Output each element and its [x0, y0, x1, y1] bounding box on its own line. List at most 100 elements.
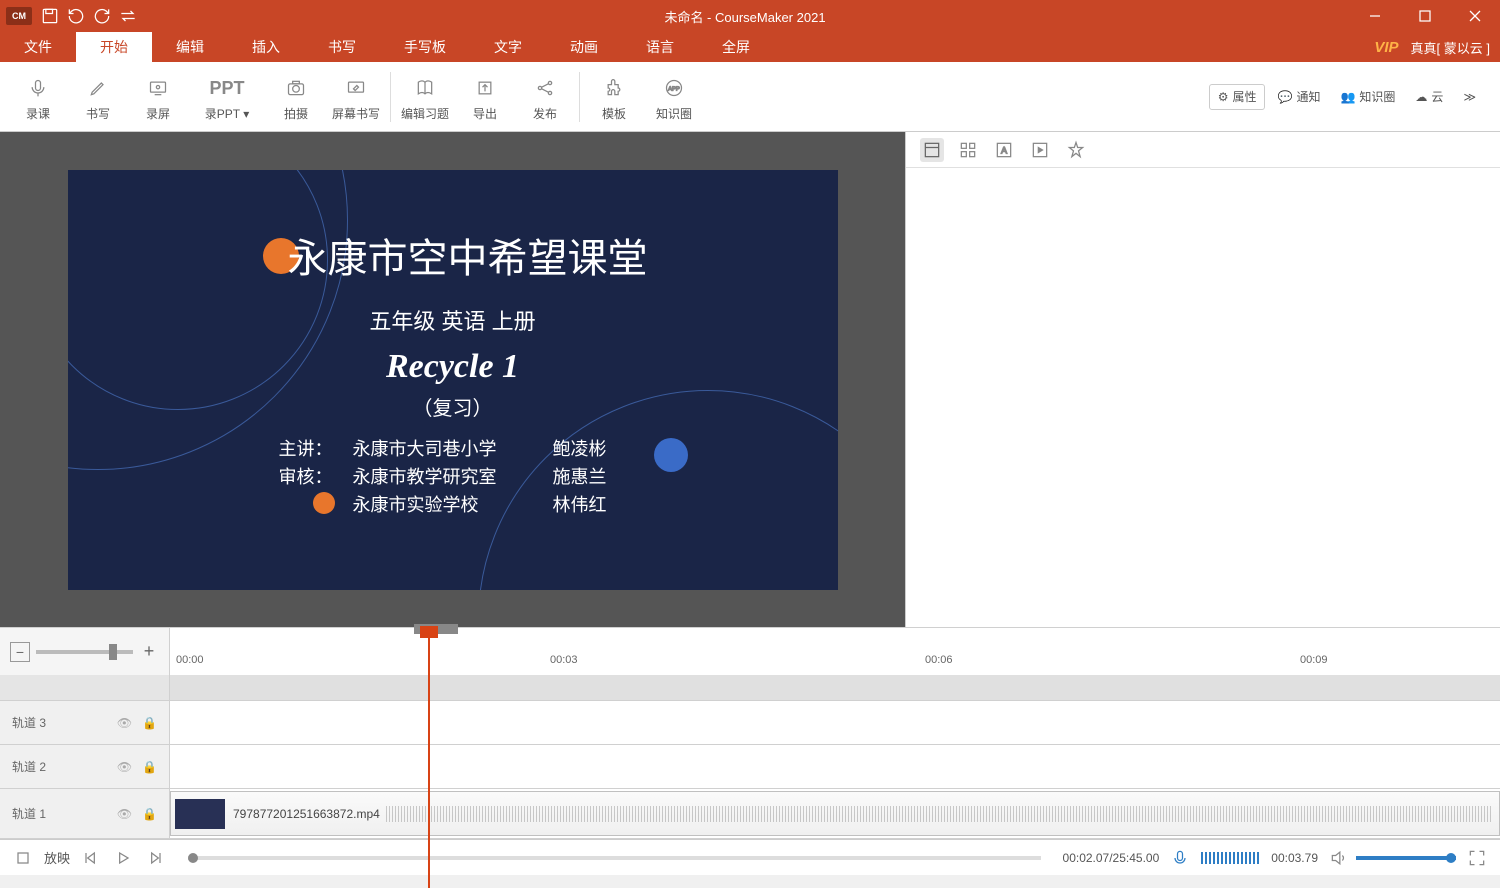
user-label[interactable]: 真真[ 蒙以云 ] [1411, 38, 1490, 57]
users-icon: 👥 [1340, 90, 1355, 104]
edit-exercise-button[interactable]: 编辑习题 [395, 64, 455, 130]
clip-thumbnail [175, 799, 225, 829]
playback-bar: 放映 00:02.07/25:45.00 00:03.79 [0, 839, 1500, 875]
svg-text:A: A [1001, 145, 1008, 155]
panel-tab-star-icon[interactable] [1064, 138, 1088, 162]
progress-slider[interactable] [188, 856, 1041, 860]
prev-button[interactable] [80, 847, 102, 869]
vip-badge[interactable]: VIP [1374, 39, 1398, 56]
eye-icon[interactable]: 👁 [117, 716, 132, 730]
zoom-slider[interactable] [36, 650, 133, 654]
tab-fullscreen[interactable]: 全屏 [698, 32, 774, 62]
puzzle-icon [604, 71, 624, 105]
close-button[interactable] [1450, 0, 1500, 32]
tab-edit[interactable]: 编辑 [152, 32, 228, 62]
tab-start[interactable]: 开始 [76, 32, 152, 62]
tab-animation[interactable]: 动画 [546, 32, 622, 62]
timeline-ruler[interactable]: 00:00 00:03 00:06 00:09 [170, 628, 1500, 675]
zoom-out-button[interactable]: − [10, 642, 30, 662]
minimize-button[interactable] [1350, 0, 1400, 32]
tab-handwrite[interactable]: 手写板 [380, 32, 470, 62]
volume-icon[interactable] [1328, 847, 1350, 869]
track-3[interactable]: 轨道 3👁🔒 [0, 701, 1500, 745]
export-button[interactable]: 导出 [455, 64, 515, 130]
redo-icon[interactable] [90, 4, 114, 28]
slide-review: （复习） [68, 392, 838, 421]
play-button[interactable] [112, 847, 134, 869]
more-button[interactable]: ≫ [1455, 90, 1484, 104]
panel-tab-text-icon[interactable]: A [992, 138, 1016, 162]
waveform [386, 806, 1493, 822]
knowledge-button[interactable]: APP知识圈 [644, 64, 704, 130]
tab-write[interactable]: 书写 [304, 32, 380, 62]
maximize-button[interactable] [1400, 0, 1450, 32]
panel-tab-play-icon[interactable] [1028, 138, 1052, 162]
ppt-icon: PPT [209, 71, 244, 105]
mic-level [1201, 852, 1261, 864]
slide-canvas[interactable]: 永康市空中希望课堂 五年级 英语 上册 Recycle 1 （复习） 主讲：永康… [68, 170, 838, 590]
tab-text[interactable]: 文字 [470, 32, 546, 62]
cloud-icon: ☁ [1415, 90, 1427, 104]
screen-record-button[interactable]: 录屏 [128, 64, 188, 130]
write-button[interactable]: 书写 [68, 64, 128, 130]
template-button[interactable]: 模板 [584, 64, 644, 130]
eye-icon[interactable]: 👁 [117, 760, 132, 774]
save-icon[interactable] [38, 4, 62, 28]
screen-pen-icon [346, 71, 366, 105]
notify-button[interactable]: 💬通知 [1269, 88, 1328, 105]
window-title: 未命名 - CourseMaker 2021 [140, 7, 1350, 26]
titlebar: CM 未命名 - CourseMaker 2021 [0, 0, 1500, 32]
slide-recycle: Recycle 1 [68, 348, 838, 386]
track-1[interactable]: 轨道 1👁🔒 797877201251663872.mp4 [0, 789, 1500, 839]
app-icon: APP [664, 71, 684, 105]
pencil-icon [88, 71, 108, 105]
share-icon [535, 71, 555, 105]
tracks: 轨道 3👁🔒 轨道 2👁🔒 轨道 1👁🔒 797877201251663872.… [0, 675, 1500, 839]
cloud-button[interactable]: ☁云 [1407, 88, 1451, 105]
tab-language[interactable]: 语言 [622, 32, 698, 62]
monitor-icon [148, 71, 168, 105]
export-icon [475, 71, 495, 105]
eye-icon[interactable]: 👁 [117, 807, 132, 821]
lock-icon[interactable]: 🔒 [142, 760, 157, 774]
camera-icon [286, 71, 306, 105]
fullscreen-button[interactable] [1466, 847, 1488, 869]
slide-grade: 五年级 英语 上册 [68, 304, 838, 336]
side-panel: A [905, 132, 1500, 627]
lock-icon[interactable]: 🔒 [142, 716, 157, 730]
mic-icon[interactable] [1169, 847, 1191, 869]
tab-insert[interactable]: 插入 [228, 32, 304, 62]
preview-panel: 永康市空中希望课堂 五年级 英语 上册 Recycle 1 （复习） 主讲：永康… [0, 132, 905, 627]
lock-icon[interactable]: 🔒 [142, 807, 157, 821]
ribbon: 录课 书写 录屏 PPT录PPT ▾ 拍摄 屏幕书写 编辑习题 导出 发布 模板… [0, 62, 1500, 132]
app-logo: CM [6, 7, 32, 25]
chat-icon: 💬 [1277, 90, 1292, 104]
play-label: 放映 [44, 848, 70, 867]
panel-tab-grid-icon[interactable] [956, 138, 980, 162]
gear-icon: ⚙ [1218, 90, 1229, 104]
zoom-in-button[interactable]: + [139, 642, 159, 662]
svg-text:APP: APP [668, 87, 680, 93]
volume-slider[interactable] [1356, 856, 1456, 860]
playhead[interactable] [428, 628, 430, 888]
track-2[interactable]: 轨道 2👁🔒 [0, 745, 1500, 789]
video-clip[interactable]: 797877201251663872.mp4 [170, 791, 1500, 836]
record-button[interactable]: 录课 [8, 64, 68, 130]
tab-file[interactable]: 文件 [0, 32, 76, 62]
properties-button[interactable]: ⚙属性 [1209, 84, 1266, 110]
camera-button[interactable]: 拍摄 [266, 64, 326, 130]
panel-tab-window-icon[interactable] [920, 138, 944, 162]
publish-button[interactable]: 发布 [515, 64, 575, 130]
next-button[interactable] [144, 847, 166, 869]
stop-button[interactable] [12, 847, 34, 869]
timecode-sec: 00:03.79 [1271, 851, 1318, 865]
screen-write-button[interactable]: 屏幕书写 [326, 64, 386, 130]
undo-icon[interactable] [64, 4, 88, 28]
timeline-header: − + 00:00 00:03 00:06 00:09 [0, 627, 1500, 675]
record-ppt-button[interactable]: PPT录PPT ▾ [188, 64, 266, 130]
knowledge-right-button[interactable]: 👥知识圈 [1332, 88, 1403, 105]
timecode-main: 00:02.07/25:45.00 [1063, 851, 1160, 865]
menubar: 文件 开始 编辑 插入 书写 手写板 文字 动画 语言 全屏 VIP 真真[ 蒙… [0, 32, 1500, 62]
swap-icon[interactable] [116, 4, 140, 28]
microphone-icon [28, 71, 48, 105]
